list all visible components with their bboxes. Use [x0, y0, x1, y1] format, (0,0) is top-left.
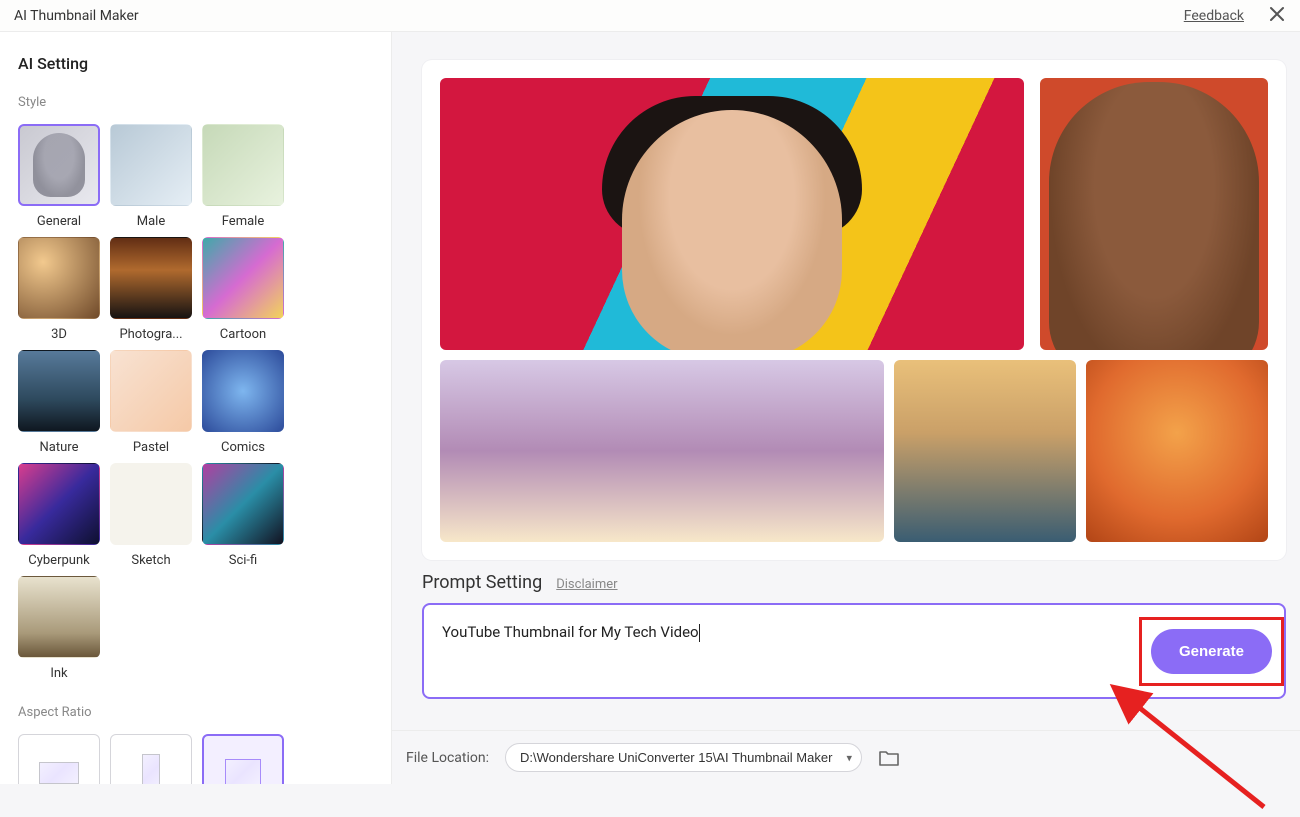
style-label: Comics — [221, 440, 265, 455]
style-thumb — [202, 463, 284, 545]
style-thumb — [18, 576, 100, 658]
preview-image[interactable] — [440, 78, 1024, 350]
style-section-label: Style — [18, 95, 373, 110]
style-card-3d[interactable]: 3D — [18, 237, 100, 342]
style-grid: General Male Female 3D Photogra... Carto… — [18, 124, 373, 681]
aspect-section-label: Aspect Ratio — [18, 705, 373, 720]
style-label: Pastel — [133, 440, 169, 455]
style-label: Cartoon — [220, 327, 266, 342]
style-label: 3D — [51, 327, 67, 342]
ratio-box — [110, 734, 192, 784]
style-card-sketch[interactable]: Sketch — [110, 463, 192, 568]
style-card-cartoon[interactable]: Cartoon — [202, 237, 284, 342]
style-card-photography[interactable]: Photogra... — [110, 237, 192, 342]
ratio-card-16-9[interactable]: 16:9 — [18, 734, 100, 784]
style-label: Ink — [50, 666, 67, 681]
aspect-ratio-grid: 16:9 9:16 4:3 3:4 — [18, 734, 373, 784]
style-label: Male — [137, 214, 165, 229]
style-card-female[interactable]: Female — [202, 124, 284, 229]
preview-image[interactable] — [1086, 360, 1268, 542]
preview-card — [422, 60, 1286, 560]
main: Prompt Setting Disclaimer YouTube Thumbn… — [392, 32, 1300, 784]
preview-image[interactable] — [440, 360, 884, 542]
style-label: Female — [222, 214, 264, 229]
style-thumb — [202, 124, 284, 206]
style-thumb — [202, 350, 284, 432]
style-label: General — [37, 214, 81, 229]
style-thumb — [18, 237, 100, 319]
style-card-male[interactable]: Male — [110, 124, 192, 229]
style-card-cyberpunk[interactable]: Cyberpunk — [18, 463, 100, 568]
feedback-link[interactable]: Feedback — [1184, 8, 1244, 24]
style-card-ink[interactable]: Ink — [18, 576, 100, 681]
style-thumb — [18, 350, 100, 432]
footer: File Location: D:\Wondershare UniConvert… — [392, 730, 1300, 784]
ratio-box — [202, 734, 284, 784]
disclaimer-link[interactable]: Disclaimer — [556, 577, 617, 592]
style-thumb — [18, 124, 100, 206]
style-thumb — [110, 350, 192, 432]
style-thumb — [110, 237, 192, 319]
style-card-general[interactable]: General — [18, 124, 100, 229]
open-folder-button[interactable] — [878, 749, 900, 767]
style-label: Sketch — [131, 553, 170, 568]
style-card-scifi[interactable]: Sci-fi — [202, 463, 284, 568]
file-location-label: File Location: — [406, 750, 489, 766]
close-icon[interactable] — [1268, 5, 1286, 26]
generate-button[interactable]: Generate — [1151, 629, 1272, 674]
style-label: Cyberpunk — [28, 553, 89, 568]
style-card-comics[interactable]: Comics — [202, 350, 284, 455]
file-location-select[interactable]: D:\Wondershare UniConverter 15\AI Thumbn… — [505, 743, 862, 772]
style-card-pastel[interactable]: Pastel — [110, 350, 192, 455]
style-card-nature[interactable]: Nature — [18, 350, 100, 455]
prompt-card: YouTube Thumbnail for My Tech Video Gene… — [422, 603, 1286, 699]
sidebar-title: AI Setting — [18, 54, 373, 73]
style-thumb — [18, 463, 100, 545]
style-thumb — [110, 463, 192, 545]
preview-image[interactable] — [1040, 78, 1268, 350]
prompt-value: YouTube Thumbnail for My Tech Video — [442, 623, 699, 641]
preview-image[interactable] — [894, 360, 1076, 542]
ratio-card-9-16[interactable]: 9:16 — [110, 734, 192, 784]
style-thumb — [110, 124, 192, 206]
style-thumb — [202, 237, 284, 319]
ratio-box — [18, 734, 100, 784]
app-title: AI Thumbnail Maker — [14, 8, 139, 24]
prompt-input[interactable]: YouTube Thumbnail for My Tech Video — [436, 615, 1151, 687]
sidebar: AI Setting Style General Male Female 3D — [0, 32, 392, 784]
titlebar: AI Thumbnail Maker Feedback — [0, 0, 1300, 32]
prompt-section: Prompt Setting Disclaimer YouTube Thumbn… — [422, 572, 1286, 699]
ratio-card-4-3[interactable]: 4:3 — [202, 734, 284, 784]
prompt-title: Prompt Setting — [422, 572, 542, 593]
style-label: Sci-fi — [229, 553, 257, 568]
style-label: Nature — [40, 440, 79, 455]
style-label: Photogra... — [119, 327, 182, 342]
